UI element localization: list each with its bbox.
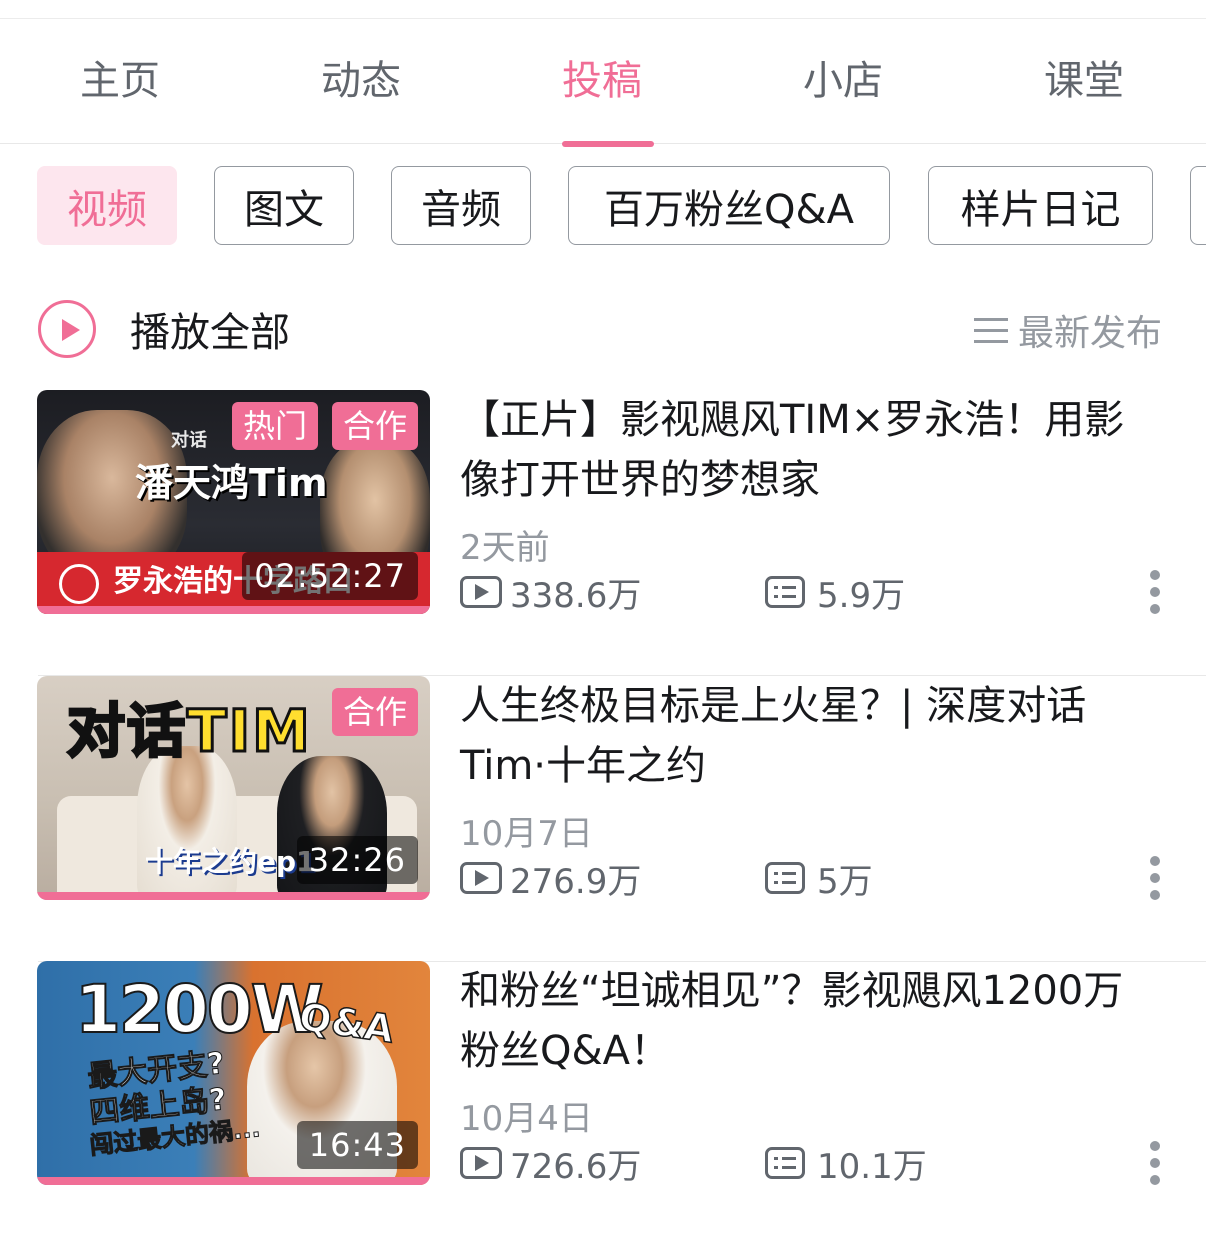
badge-collab: 合作	[331, 688, 418, 736]
video-date: 2天前	[460, 528, 550, 568]
danmaku-count-value: 5万	[817, 861, 873, 902]
video-date: 10月7日	[460, 814, 593, 854]
more-options-icon[interactable]	[1148, 1141, 1162, 1185]
chip-sample-diary[interactable]: 样片日记	[928, 166, 1153, 245]
video-list-item[interactable]: 1200W Q&A 最大开支? 四维上岛? 闯过最大的祸... 16:43 和粉…	[0, 961, 1206, 1239]
badge-group: 热门 合作	[231, 402, 418, 450]
tab-uploads[interactable]: 投稿	[522, 53, 682, 147]
chip-next-partial[interactable]	[1190, 166, 1206, 245]
chip-million-fans-qa[interactable]: 百万粉丝Q&A	[568, 166, 890, 245]
video-title[interactable]: 【正片】影视飓风TIM×罗永浩！用影像打开世界的梦想家	[460, 390, 1160, 510]
view-count: 276.9万	[460, 854, 765, 903]
play-circle-icon	[38, 300, 96, 358]
video-stats: 338.6万 5.9万	[460, 568, 1160, 617]
danmaku-icon	[765, 862, 805, 894]
profile-tabs: 主页 动态 投稿 小店 课堂	[0, 19, 1206, 147]
chip-article[interactable]: 图文	[214, 166, 354, 245]
play-all-label: 播放全部	[130, 310, 290, 356]
video-duration: 16:43	[296, 1121, 418, 1169]
logo-circle-icon	[59, 564, 99, 604]
danmaku-count: 10.1万	[765, 1139, 927, 1188]
danmaku-count-value: 10.1万	[817, 1146, 927, 1187]
sort-dropdown[interactable]: 最新发布	[973, 306, 1162, 354]
more-options-icon[interactable]	[1148, 856, 1162, 900]
play-count-icon	[460, 862, 502, 894]
thumb-text-episode: 十年之约ep1	[145, 845, 316, 878]
thumb-text-1200w: 1200W	[74, 970, 324, 1049]
video-date: 10月4日	[460, 1099, 593, 1139]
view-count-value: 276.9万	[510, 861, 642, 902]
active-tab-indicator	[562, 141, 654, 147]
video-thumbnail[interactable]: 对话 潘天鸿Tim 罗永浩的十字路口 热门 合作 02:52:27	[37, 390, 430, 614]
video-list-item[interactable]: 对话TIM 十年之约ep1 合作 32:26 人生终极目标是上火星？| 深度对话…	[0, 676, 1206, 962]
thumb-text-title: 对话TIM	[66, 696, 312, 767]
play-count-icon	[460, 1147, 502, 1179]
chip-audio[interactable]: 音频	[391, 166, 531, 245]
thumb-progress-bar	[37, 1177, 430, 1185]
video-stats: 276.9万 5万	[460, 854, 1160, 903]
play-all-button[interactable]: 播放全部	[38, 300, 290, 358]
danmaku-icon	[765, 576, 805, 608]
danmaku-count-value: 5.9万	[817, 575, 906, 616]
video-duration: 32:26	[296, 836, 418, 884]
thumb-progress-bar	[37, 606, 430, 614]
thumb-text-name: 潘天鸿Tim	[135, 461, 328, 505]
video-title[interactable]: 和粉丝“坦诚相见”？影视飓风1200万粉丝Q&A！	[460, 961, 1160, 1081]
video-thumbnail[interactable]: 对话TIM 十年之约ep1 合作 32:26	[37, 676, 430, 900]
video-list-item[interactable]: 对话 潘天鸿Tim 罗永浩的十字路口 热门 合作 02:52:27 【正片】影视…	[0, 390, 1206, 676]
tab-home[interactable]: 主页	[40, 53, 200, 109]
tab-uploads-label: 投稿	[562, 58, 642, 104]
sort-label: 最新发布	[1017, 313, 1162, 354]
badge-hot: 热门	[231, 402, 318, 450]
tab-dynamics[interactable]: 动态	[281, 53, 441, 109]
thumb-progress-bar	[37, 892, 430, 900]
badge-group: 合作	[331, 688, 418, 736]
video-title[interactable]: 人生终极目标是上火星？| 深度对话 Tim·十年之约	[460, 676, 1160, 796]
danmaku-icon	[765, 1147, 805, 1179]
chip-video[interactable]: 视频	[37, 166, 177, 245]
category-chips: 视频 图文 音频 百万粉丝Q&A 样片日记	[0, 166, 1206, 246]
view-count-value: 726.6万	[510, 1146, 642, 1187]
tab-classroom[interactable]: 课堂	[1004, 53, 1164, 109]
danmaku-count: 5.9万	[765, 568, 905, 617]
badge-collab: 合作	[331, 402, 418, 450]
play-count-icon	[460, 576, 502, 608]
view-count: 338.6万	[460, 568, 765, 617]
danmaku-count: 5万	[765, 854, 873, 903]
view-count: 726.6万	[460, 1139, 765, 1188]
more-options-icon[interactable]	[1148, 570, 1162, 614]
thumb-text-dialog: 对话	[171, 430, 207, 451]
video-stats: 726.6万 10.1万	[460, 1139, 1160, 1188]
video-thumbnail[interactable]: 1200W Q&A 最大开支? 四维上岛? 闯过最大的祸... 16:43	[37, 961, 430, 1185]
sort-lines-icon	[973, 316, 1008, 344]
view-count-value: 338.6万	[510, 575, 642, 616]
tab-shop[interactable]: 小店	[763, 53, 923, 109]
video-duration: 02:52:27	[242, 552, 418, 600]
